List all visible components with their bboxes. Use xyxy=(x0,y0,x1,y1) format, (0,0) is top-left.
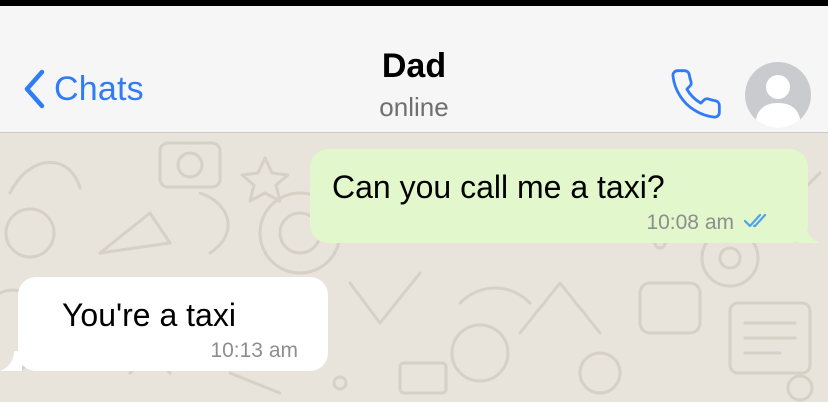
chat-header: Chats Dad online xyxy=(0,6,828,133)
phone-icon xyxy=(668,69,724,126)
message-meta: 10:13 am xyxy=(210,339,298,363)
message-text: Can you call me a taxi? xyxy=(332,169,665,205)
outgoing-message[interactable]: Can you call me a taxi? 10:08 am xyxy=(310,149,820,243)
back-button-label: Chats xyxy=(54,69,144,108)
message-meta: 10:08 am xyxy=(646,211,770,235)
double-check-icon xyxy=(743,211,770,235)
contact-name: Dad xyxy=(381,47,447,85)
message-time: 10:08 am xyxy=(646,211,734,234)
message-text: You're a taxi xyxy=(62,297,236,333)
contact-info[interactable]: Dad online xyxy=(314,46,514,124)
default-person-icon xyxy=(745,75,811,128)
message-time: 10:13 am xyxy=(210,339,298,362)
incoming-message[interactable]: You're a taxi 10:13 am xyxy=(0,277,328,371)
contact-status: online xyxy=(379,92,449,122)
avatar[interactable] xyxy=(745,62,811,128)
chevron-left-icon xyxy=(22,69,46,109)
message-list[interactable]: Can you call me a taxi? 10:08 am You're … xyxy=(0,133,828,402)
call-button[interactable] xyxy=(668,66,724,122)
back-to-chats-button[interactable]: Chats xyxy=(22,64,144,114)
